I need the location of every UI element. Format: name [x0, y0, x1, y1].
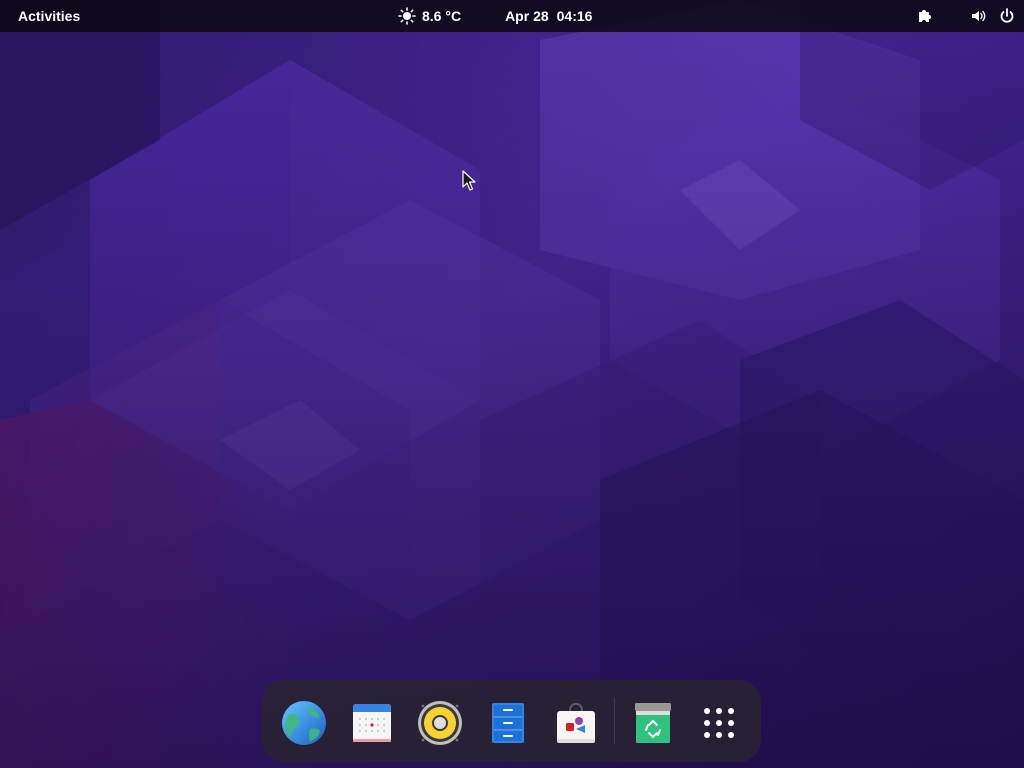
globe-icon	[282, 701, 326, 745]
status-menu-button[interactable]	[970, 7, 1016, 25]
top-bar: Activities 8.6 °C Apr 28 04:16	[0, 0, 1024, 32]
software-bag-icon	[557, 702, 595, 743]
dock-trash[interactable]	[628, 698, 678, 748]
time-label: 04:16	[556, 8, 593, 24]
dock-separator	[614, 698, 615, 744]
clock-weather-button[interactable]: 8.6 °C Apr 28 04:16	[398, 4, 592, 28]
app-grid-icon	[704, 708, 734, 738]
dock-app-web-browser[interactable]	[279, 698, 329, 748]
date-label: Apr 28	[505, 8, 549, 24]
dock-app-software[interactable]	[551, 698, 601, 748]
calendar-icon	[353, 704, 391, 742]
dock-app-files[interactable]	[483, 698, 533, 748]
file-cabinet-icon	[492, 703, 524, 743]
sun-icon	[398, 7, 416, 25]
dock-app-calendar[interactable]	[347, 698, 397, 748]
music-speaker-icon	[418, 701, 462, 745]
show-apps-button[interactable]	[694, 698, 744, 748]
puzzle-icon[interactable]	[916, 7, 934, 25]
weather-temperature: 8.6 °C	[422, 8, 462, 24]
dock-app-rhythmbox[interactable]	[415, 698, 465, 748]
power-icon	[1000, 8, 1014, 23]
dash-dock	[262, 680, 761, 762]
trash-icon	[635, 703, 671, 743]
mouse-cursor-icon	[462, 170, 476, 191]
desktop-wallpaper	[0, 0, 1024, 768]
speaker-icon	[972, 10, 986, 22]
system-tray	[916, 4, 1016, 28]
activities-button[interactable]: Activities	[8, 4, 90, 28]
